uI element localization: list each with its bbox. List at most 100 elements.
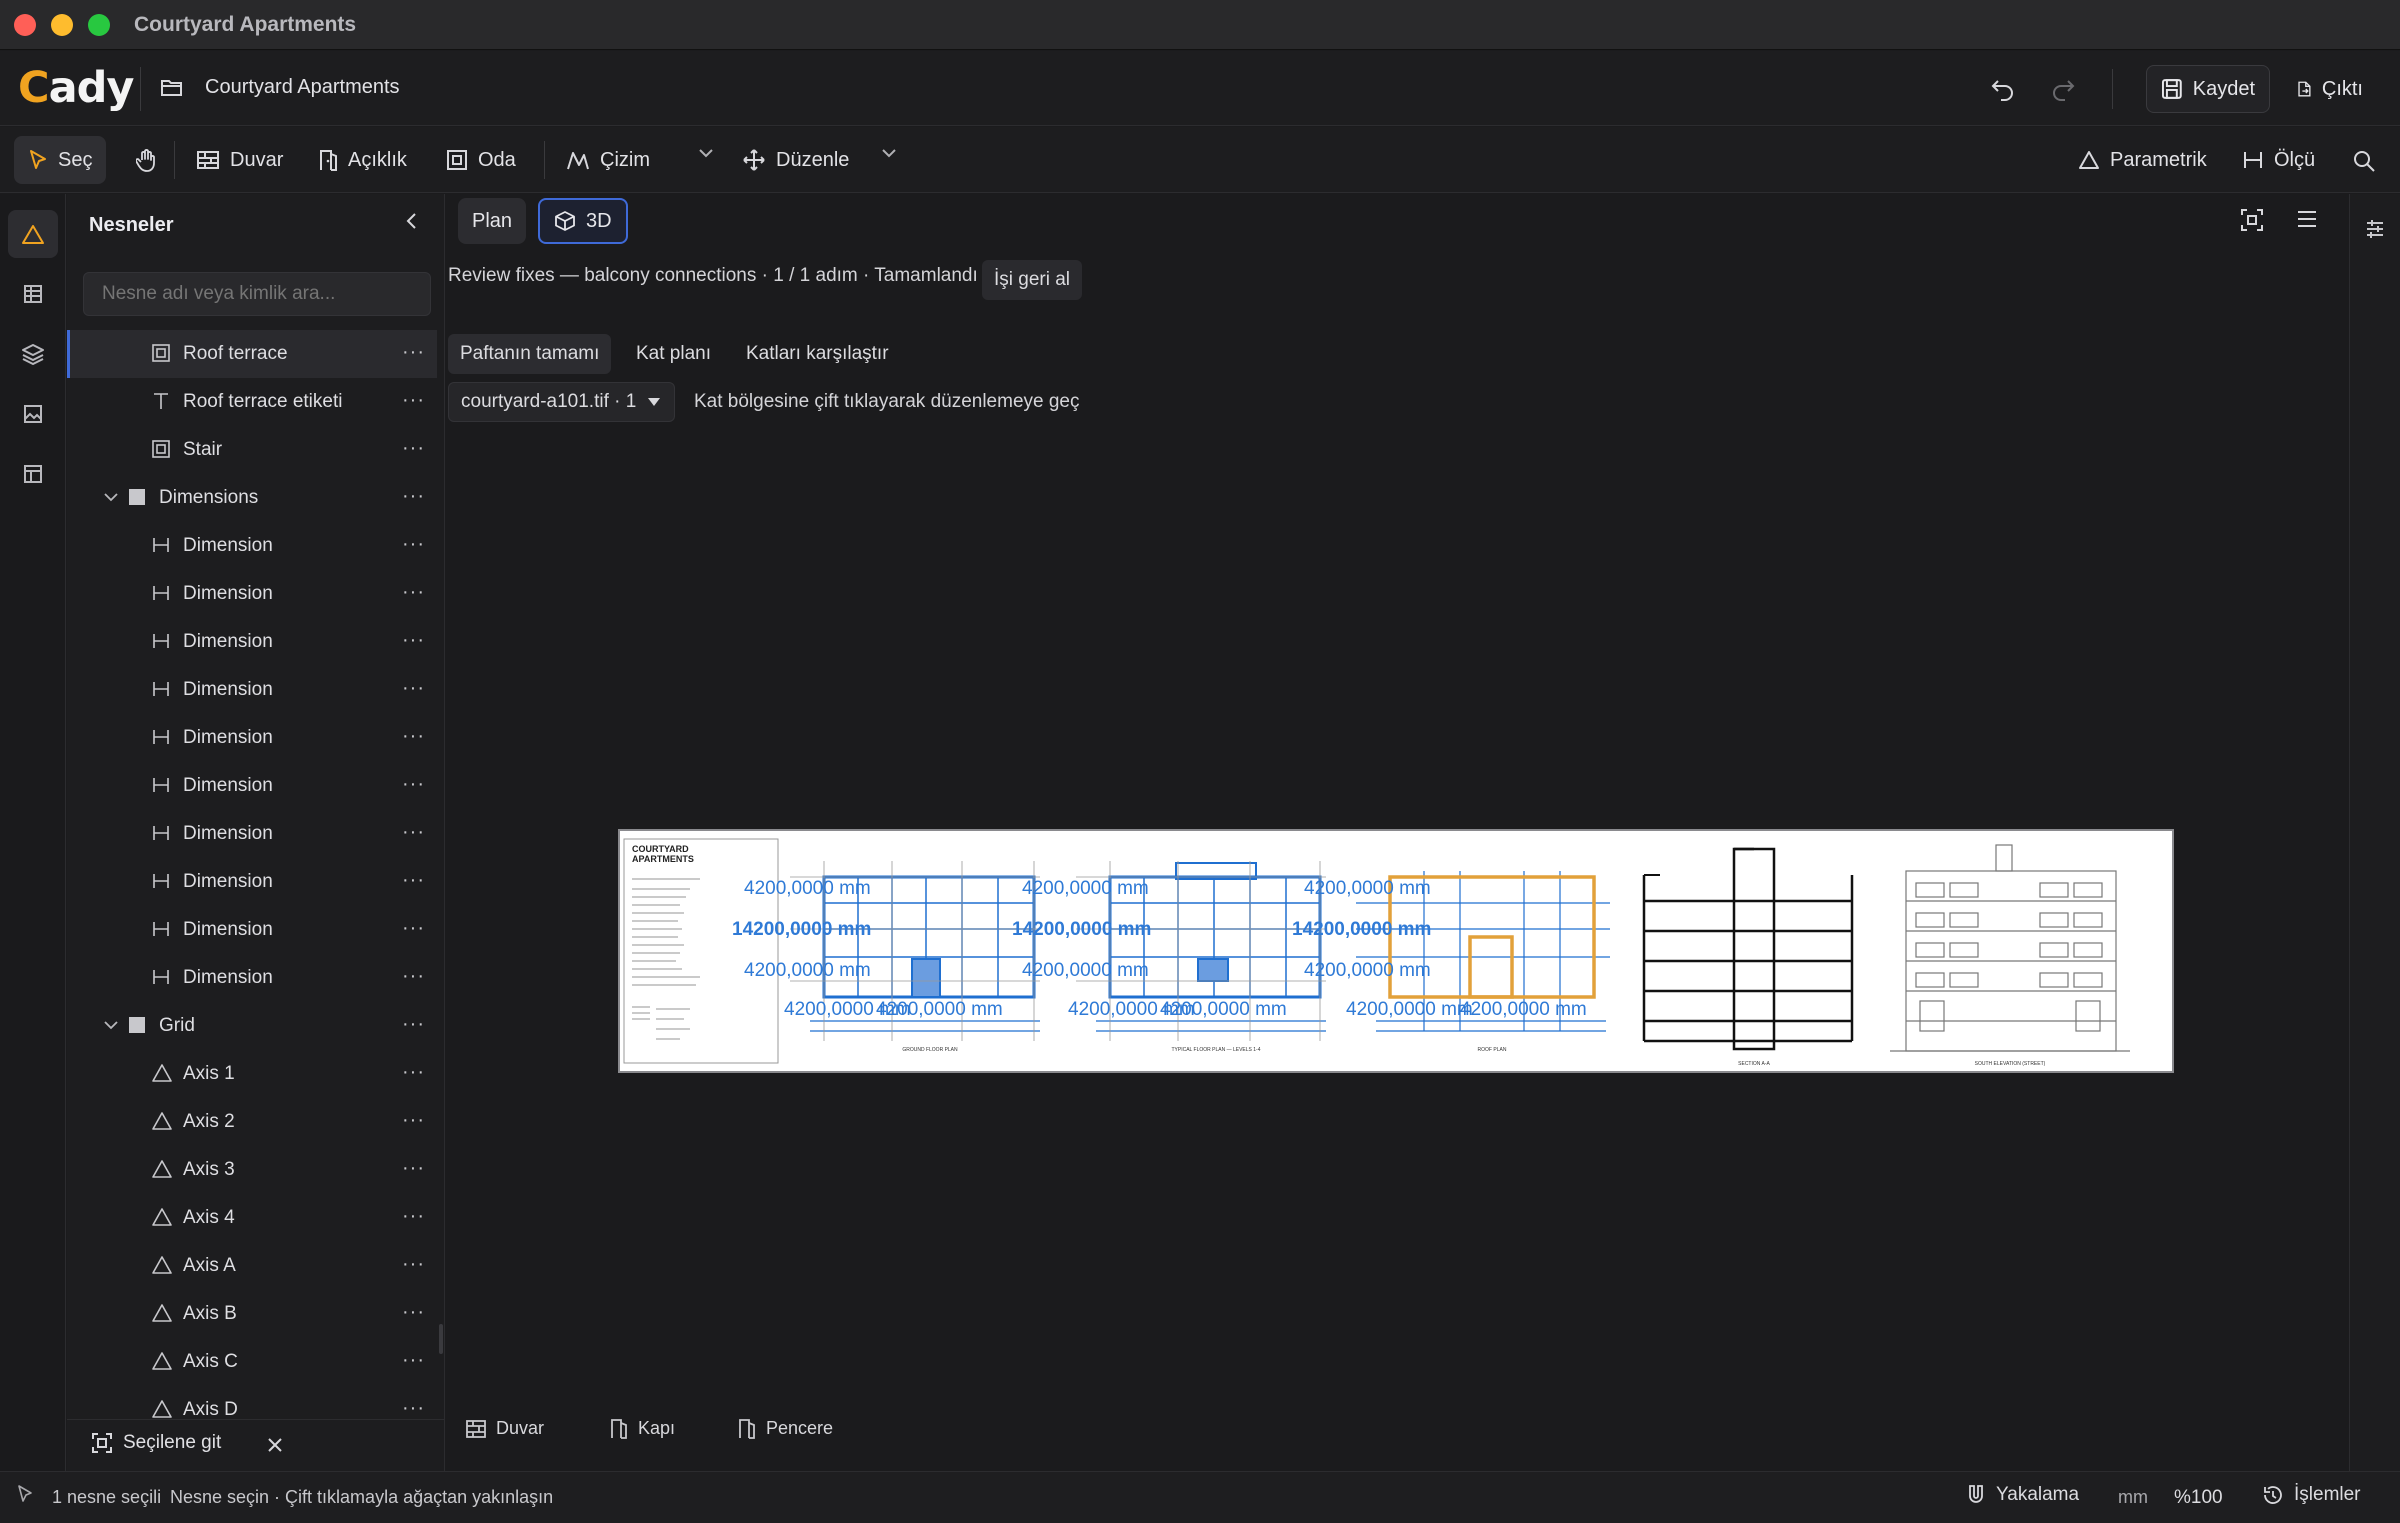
more-options-icon[interactable]: ···: [402, 533, 425, 556]
tree-item-row[interactable]: Axis B ···: [67, 1290, 437, 1338]
toolbar-divider: [174, 141, 175, 179]
sheet-title-line1: COURTYARD: [632, 844, 689, 854]
undo-icon[interactable]: [1990, 77, 2016, 101]
sheet-tab-compare[interactable]: Katları karşılaştır: [734, 334, 901, 374]
zoom-level[interactable]: %100: [2174, 1487, 2223, 1509]
view-3d-button[interactable]: 3D: [538, 198, 628, 244]
tree-item-row[interactable]: Axis D ···: [67, 1386, 437, 1418]
layout-tab-button[interactable]: [8, 450, 58, 498]
tree-scrollbar[interactable]: [439, 1324, 443, 1354]
tree-item-row[interactable]: Roof terrace ···: [67, 330, 437, 378]
quick-add-wall-button[interactable]: Duvar: [466, 1418, 544, 1439]
tree-item-row[interactable]: Dimension ···: [67, 714, 437, 762]
edit-tool-button[interactable]: Düzenle: [728, 136, 863, 184]
object-search-input[interactable]: [83, 272, 431, 316]
chevron-down-icon[interactable]: [103, 1018, 119, 1032]
menu-icon[interactable]: [2296, 209, 2318, 229]
more-options-icon[interactable]: ···: [402, 1157, 425, 1180]
close-window-button[interactable]: [14, 14, 36, 36]
more-options-icon[interactable]: ···: [402, 821, 425, 844]
tree-item-row[interactable]: Dimension ···: [67, 906, 437, 954]
snap-toggle[interactable]: Yakalama: [1966, 1484, 2079, 1506]
view-plan-button[interactable]: Plan: [458, 198, 527, 244]
save-button[interactable]: Kaydet: [2146, 65, 2270, 113]
history-button[interactable]: İşlemler: [2262, 1484, 2361, 1506]
folder-icon[interactable]: [160, 77, 184, 99]
draw-tool-button[interactable]: Çizim: [552, 136, 664, 184]
more-options-icon[interactable]: ···: [402, 725, 425, 748]
project-name[interactable]: Courtyard Apartments: [205, 76, 400, 99]
tree-group-row[interactable]: Dimensions ···: [67, 474, 437, 522]
wall-tool-button[interactable]: Duvar: [182, 136, 297, 184]
pan-tool-button[interactable]: [122, 136, 172, 184]
quick-add-door-button[interactable]: Kapı: [610, 1418, 675, 1439]
tree-item-row[interactable]: Axis 1 ···: [67, 1050, 437, 1098]
room-tool-button[interactable]: Oda: [432, 136, 530, 184]
minimize-window-button[interactable]: [51, 14, 73, 36]
tree-item-row[interactable]: Axis 2 ···: [67, 1098, 437, 1146]
quick-add-window-button[interactable]: Pencere: [738, 1418, 833, 1439]
more-options-icon[interactable]: ···: [402, 1013, 425, 1036]
more-options-icon[interactable]: ···: [402, 437, 425, 460]
tree-group-row[interactable]: Grid ···: [67, 1002, 437, 1050]
measure-button[interactable]: Ölçü: [2228, 136, 2329, 184]
objects-tab-button[interactable]: [8, 210, 58, 258]
sheet-tab-floorplan[interactable]: Kat planı: [624, 334, 723, 374]
more-options-icon[interactable]: ···: [402, 1061, 425, 1084]
file-select[interactable]: courtyard-a101.tif · 1: [448, 382, 676, 422]
tree-item-row[interactable]: Dimension ···: [67, 954, 437, 1002]
sliders-icon[interactable]: [2364, 218, 2386, 240]
close-icon[interactable]: [265, 1435, 285, 1455]
unit-indicator[interactable]: mm: [2118, 1487, 2148, 1508]
more-options-icon[interactable]: ···: [402, 341, 425, 364]
more-options-icon[interactable]: ···: [402, 965, 425, 988]
more-options-icon[interactable]: ···: [402, 1205, 425, 1228]
select-tool-button[interactable]: Seç: [14, 136, 107, 184]
undo-job-button[interactable]: İşi geri al: [982, 260, 1083, 300]
goto-selected-button[interactable]: Seçilene git: [91, 1432, 221, 1454]
more-options-icon[interactable]: ···: [402, 389, 425, 412]
output-button[interactable]: Çıktı: [2282, 65, 2378, 113]
chevron-down-icon[interactable]: [103, 490, 119, 504]
more-options-icon[interactable]: ···: [402, 917, 425, 940]
tree-item-row[interactable]: Dimension ···: [67, 858, 437, 906]
tree-item-row[interactable]: Stair ···: [67, 426, 437, 474]
drawing-sheet[interactable]: COURTYARD APARTMENTS 4200,0000 mm 14200,…: [618, 829, 2174, 1073]
more-options-icon[interactable]: ···: [402, 1349, 425, 1372]
tree-item-row[interactable]: Dimension ···: [67, 666, 437, 714]
tree-item-row[interactable]: Dimension ···: [67, 762, 437, 810]
tree-item-row[interactable]: Dimension ···: [67, 570, 437, 618]
more-options-icon[interactable]: ···: [402, 629, 425, 652]
more-options-icon[interactable]: ···: [402, 677, 425, 700]
redo-icon[interactable]: [2050, 77, 2076, 101]
more-options-icon[interactable]: ···: [402, 869, 425, 892]
schedule-tab-button[interactable]: [8, 270, 58, 318]
more-options-icon[interactable]: ···: [402, 1109, 425, 1132]
tree-item-row[interactable]: Dimension ···: [67, 810, 437, 858]
tree-item-row[interactable]: Axis A ···: [67, 1242, 437, 1290]
sheet-tab-full[interactable]: Paftanın tamamı: [448, 334, 612, 374]
tree-item-row[interactable]: Dimension ···: [67, 618, 437, 666]
fit-view-icon[interactable]: [2240, 208, 2264, 232]
dimension-label: 4200,0000 mm: [1160, 999, 1287, 1020]
more-options-icon[interactable]: ···: [402, 485, 425, 508]
more-options-icon[interactable]: ···: [402, 581, 425, 604]
maximize-window-button[interactable]: [88, 14, 110, 36]
opening-tool-button[interactable]: Açıklık: [304, 136, 421, 184]
chevron-down-icon[interactable]: [698, 147, 714, 159]
more-options-icon[interactable]: ···: [402, 1397, 425, 1418]
chevron-left-icon[interactable]: [402, 210, 422, 232]
tree-item-row[interactable]: Roof terrace etiketi ···: [67, 378, 437, 426]
tree-item-row[interactable]: Axis 4 ···: [67, 1194, 437, 1242]
tree-item-row[interactable]: Axis 3 ···: [67, 1146, 437, 1194]
tree-item-row[interactable]: Axis C ···: [67, 1338, 437, 1386]
images-tab-button[interactable]: [8, 390, 58, 438]
more-options-icon[interactable]: ···: [402, 1253, 425, 1276]
tree-item-row[interactable]: Dimension ···: [67, 522, 437, 570]
more-options-icon[interactable]: ···: [402, 1301, 425, 1324]
search-icon[interactable]: [2352, 149, 2376, 173]
chevron-down-icon[interactable]: [881, 147, 897, 159]
more-options-icon[interactable]: ···: [402, 773, 425, 796]
layers-tab-button[interactable]: [8, 330, 58, 378]
parametric-button[interactable]: Parametrik: [2064, 136, 2221, 184]
